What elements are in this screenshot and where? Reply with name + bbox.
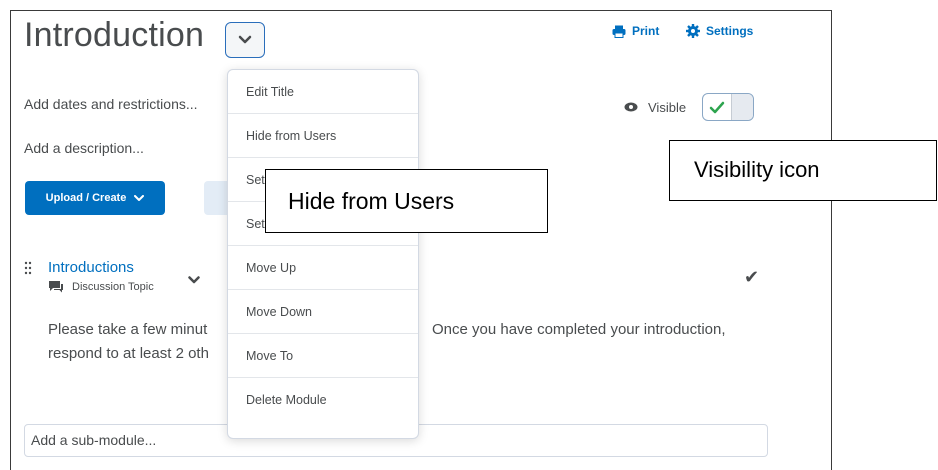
visibility-control: Visible: [624, 93, 755, 121]
printer-icon: [612, 25, 626, 38]
toggle-on-segment: [703, 94, 731, 120]
chevron-down-icon: [134, 194, 145, 201]
menu-item-delete-module[interactable]: Delete Module: [228, 378, 418, 422]
drag-handle-icon[interactable]: [24, 261, 32, 275]
settings-label: Settings: [706, 24, 754, 38]
toggle-knob: [731, 94, 754, 120]
visibility-toggle[interactable]: [702, 93, 755, 121]
menu-item-move-to[interactable]: Move To: [228, 334, 418, 378]
menu-item-move-up[interactable]: Move Up: [228, 246, 418, 290]
add-dates-link[interactable]: Add dates and restrictions...: [24, 96, 198, 112]
body-line2: respond to at least 2 oth: [48, 345, 209, 362]
settings-button[interactable]: Settings: [686, 24, 753, 38]
callout-hide-from-users: Hide from Users: [265, 169, 548, 233]
body-line1-right: Once you have completed your introductio…: [432, 321, 726, 338]
chevron-down-icon[interactable]: [188, 276, 200, 284]
discussion-icon: [49, 281, 63, 293]
title-dropdown-button[interactable]: [225, 22, 265, 58]
upload-create-button[interactable]: Upload / Create: [25, 181, 165, 215]
visible-label: Visible: [648, 99, 687, 115]
module-context-menu: Edit Title Hide from Users Set Set All C…: [227, 69, 419, 439]
menu-item-edit-title[interactable]: Edit Title: [228, 70, 418, 114]
topic-type: Discussion Topic: [48, 280, 154, 294]
module-title: Introduction: [24, 16, 205, 54]
chevron-down-icon: [238, 35, 252, 44]
body-line1-left: Please take a few minut: [48, 321, 208, 338]
completed-check-icon: ✔: [744, 267, 760, 287]
add-description-link[interactable]: Add a description...: [24, 140, 144, 156]
eye-icon: [624, 102, 638, 112]
upload-create-label: Upload / Create: [45, 192, 127, 204]
topic-title-link[interactable]: Introductions: [48, 259, 134, 276]
callout-visibility-icon: Visibility icon: [669, 140, 937, 201]
menu-item-hide-from-users[interactable]: Hide from Users: [228, 114, 418, 158]
check-icon: [709, 101, 725, 113]
menu-item-move-down[interactable]: Move Down: [228, 290, 418, 334]
print-button[interactable]: Print: [612, 24, 659, 38]
print-label: Print: [632, 24, 660, 38]
topic-type-label: Discussion Topic: [72, 281, 154, 293]
content-frame: [10, 10, 832, 470]
gear-icon: [686, 24, 700, 38]
